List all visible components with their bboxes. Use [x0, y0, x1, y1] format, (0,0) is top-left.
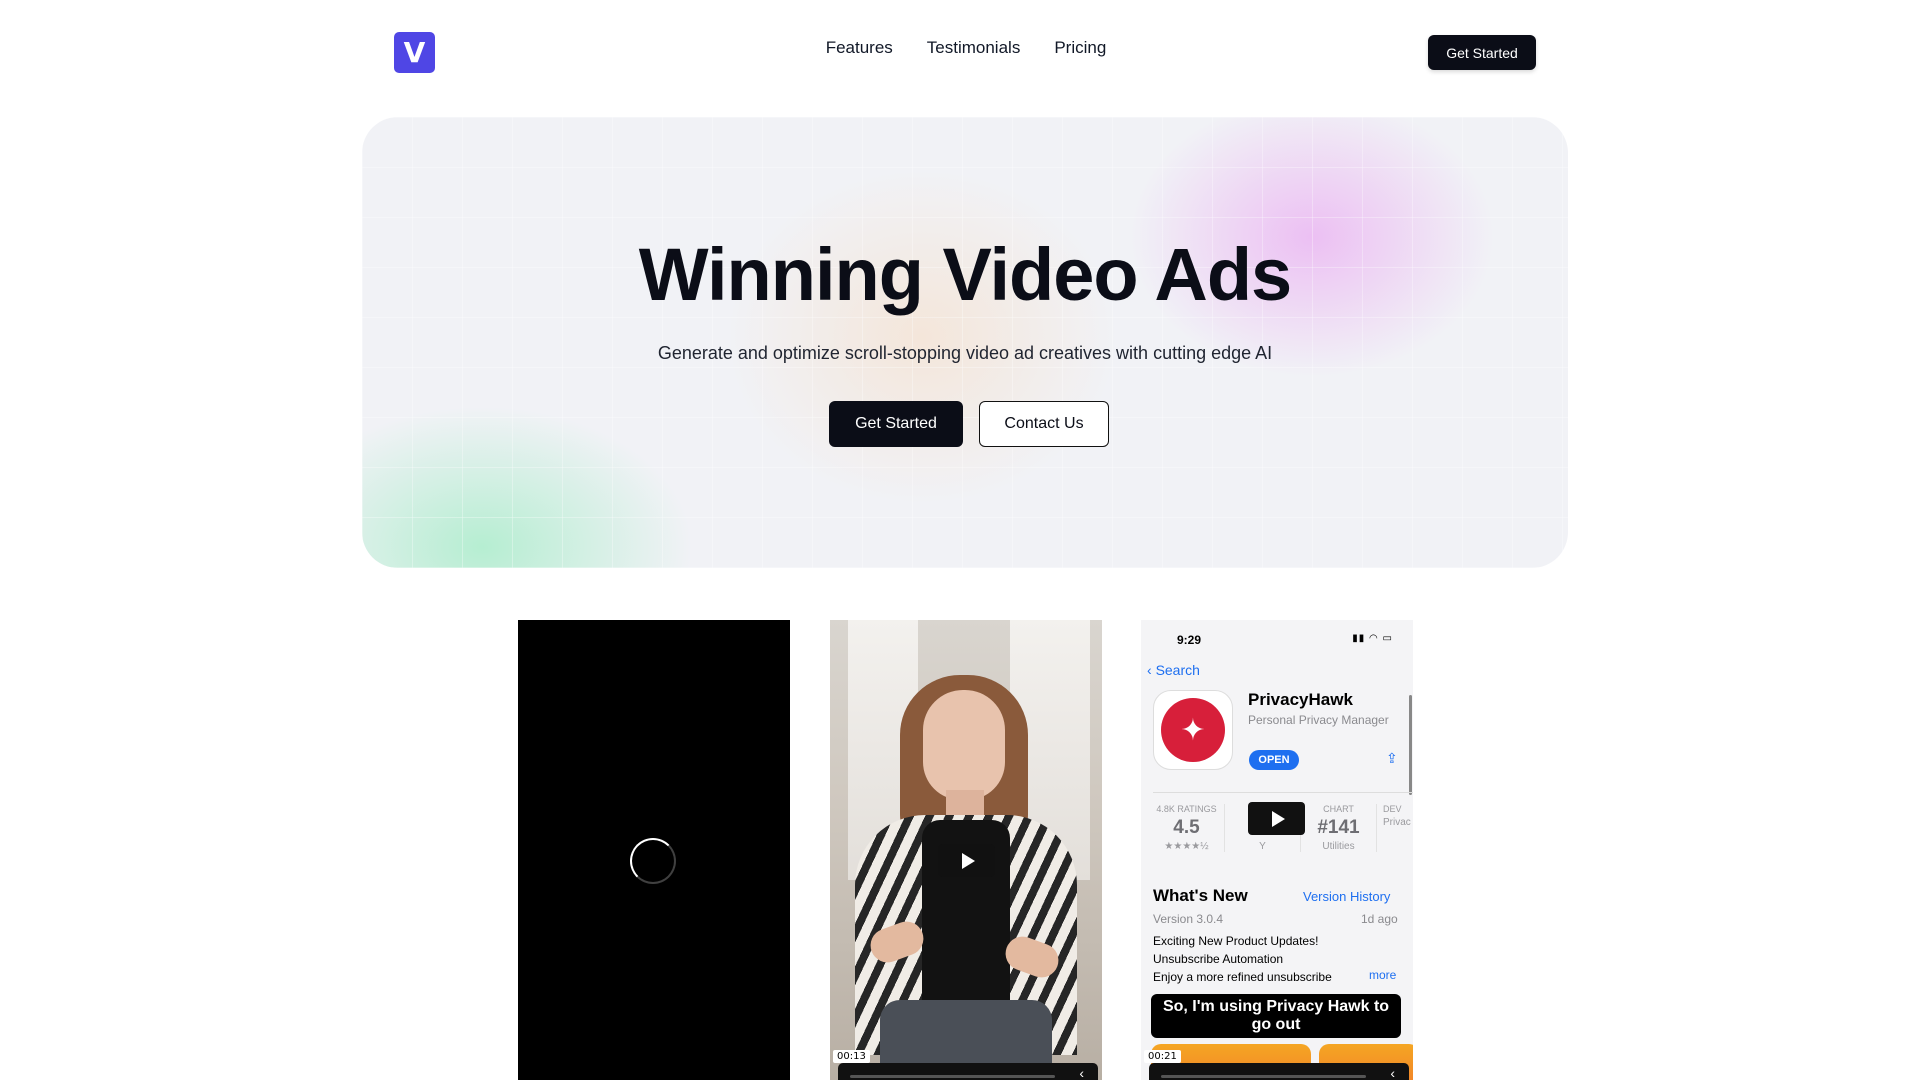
app-version: Version 3.0.4: [1153, 912, 1224, 926]
release-note: Enjoy a more refined unsubscribe: [1153, 970, 1332, 984]
app-open-button: OPEN: [1249, 750, 1299, 770]
app-name: PrivacyHawk: [1248, 690, 1353, 709]
stat-label: DEV: [1383, 804, 1402, 814]
chevron-left-icon[interactable]: ‹: [1390, 1065, 1395, 1080]
app-icon: ✦: [1153, 690, 1233, 770]
nav-get-started-button[interactable]: Get Started: [1428, 35, 1536, 70]
nav-links: Features Testimonials Pricing: [0, 38, 1920, 58]
release-note: Unsubscribe Automation: [1153, 952, 1284, 966]
hero-get-started-button[interactable]: Get Started: [829, 401, 963, 447]
video-card-2[interactable]: 00:13 ‹: [830, 620, 1102, 1080]
video-controls[interactable]: ‹: [1149, 1063, 1409, 1080]
back-search-link: ‹ Search: [1147, 662, 1200, 678]
video-timestamp: 00:13: [833, 1050, 870, 1063]
hero-subtitle: Generate and optimize scroll-stopping vi…: [657, 343, 1273, 363]
status-icons: ▮▮ ◠ ▭: [1352, 633, 1393, 644]
stat-sub: ★★★★½: [1164, 841, 1209, 852]
release-note: Exciting New Product Updates!: [1153, 934, 1319, 948]
video-card-1[interactable]: [518, 620, 790, 1080]
loading-spinner-icon: [630, 838, 676, 884]
hero-buttons: Get Started Contact Us: [362, 401, 1568, 447]
video-card-3[interactable]: 9:29 ▮▮ ◠ ▭ ‹ Search ✦ PrivacyHawk Perso…: [1141, 620, 1413, 1080]
stat-value: #141: [1317, 817, 1360, 838]
app-updated-ago: 1d ago: [1361, 912, 1398, 926]
stat-label: CHART: [1323, 804, 1354, 814]
nav-link-testimonials[interactable]: Testimonials: [927, 38, 1021, 58]
stat-label: 4.8K RATINGS: [1156, 804, 1217, 814]
back-label: Search: [1155, 662, 1200, 678]
status-time: 9:29: [1177, 633, 1202, 647]
divider: [1153, 792, 1413, 793]
top-navigation: V Features Testimonials Pricing Get Star…: [0, 0, 1920, 104]
video-controls[interactable]: ‹: [838, 1063, 1098, 1080]
video-progress-bar[interactable]: [850, 1075, 1055, 1078]
stat-value: 4.5: [1173, 817, 1200, 838]
scroll-indicator: [1409, 695, 1412, 795]
hero-section: Winning Video Ads Generate and optimize …: [362, 117, 1568, 568]
whats-new-heading: What's New: [1153, 886, 1248, 905]
stat-sub: Utilities: [1322, 841, 1355, 852]
app-subtitle: Personal Privacy Manager: [1248, 713, 1389, 727]
stat-sub: Y: [1259, 841, 1266, 852]
hero-title: Winning Video Ads: [638, 233, 1292, 316]
play-icon[interactable]: [938, 844, 995, 877]
nav-link-pricing[interactable]: Pricing: [1054, 38, 1106, 58]
release-notes: Exciting New Product Updates! Unsubscrib…: [1153, 932, 1332, 986]
person-face: [923, 690, 1005, 800]
share-icon: ⇪: [1386, 750, 1398, 766]
chevron-left-icon[interactable]: ‹: [1079, 1065, 1084, 1080]
stat-ratings: 4.8K RATINGS 4.5 ★★★★½: [1149, 804, 1225, 852]
stat-developer: DEV Privac: [1377, 804, 1413, 852]
more-link: more: [1369, 968, 1397, 982]
version-history-link: Version History: [1303, 889, 1391, 904]
hero-contact-us-button[interactable]: Contact Us: [979, 401, 1109, 447]
video-progress-bar[interactable]: [1161, 1075, 1366, 1078]
nav-link-features[interactable]: Features: [826, 38, 893, 58]
video-timestamp: 00:21: [1144, 1050, 1181, 1063]
stat-sub: Privac: [1383, 817, 1411, 828]
play-icon[interactable]: [1248, 802, 1305, 835]
video-caption: So, I'm using Privacy Hawk to go out: [1151, 994, 1401, 1038]
stat-chart: CHART #141 Utilities: [1301, 804, 1377, 852]
